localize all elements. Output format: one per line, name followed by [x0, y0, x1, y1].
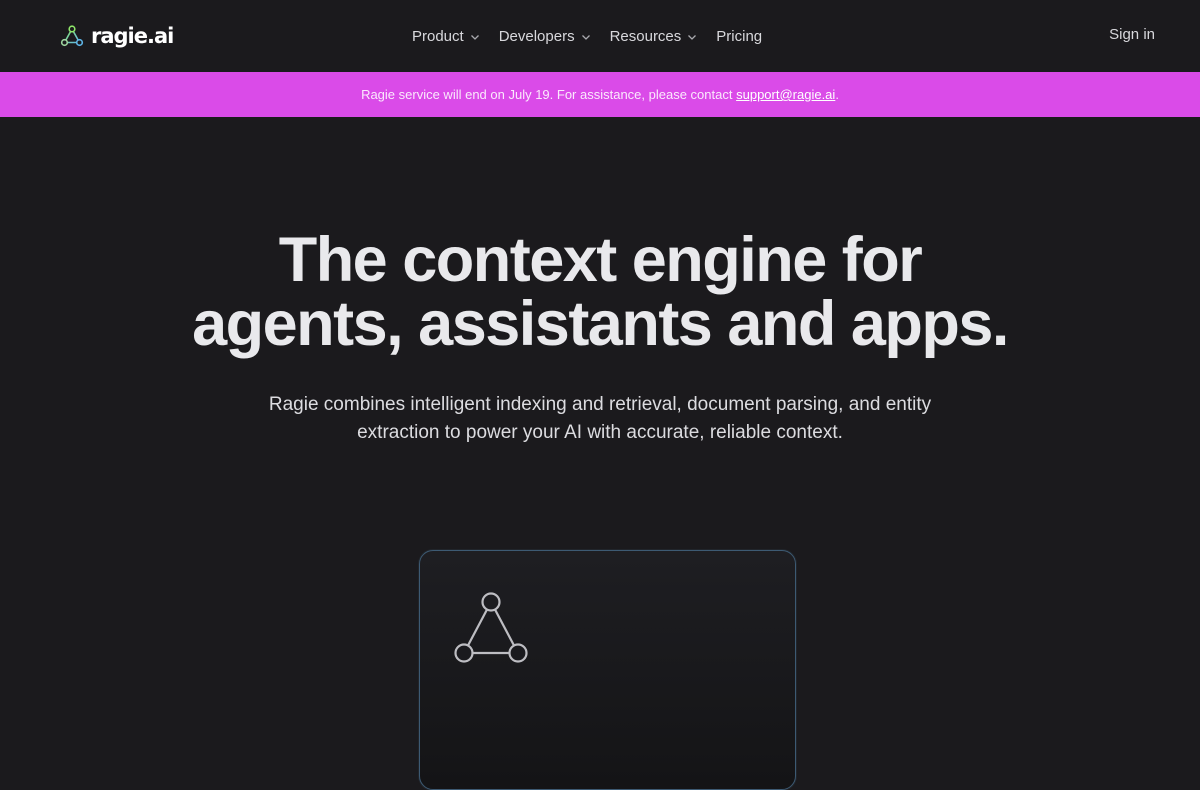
top-navigation-bar: ragie.ai Product Developers Resources Pr… — [0, 0, 1200, 72]
logo[interactable]: ragie.ai — [60, 22, 174, 50]
support-email-link[interactable]: support@ragie.ai — [736, 87, 835, 102]
nav-item-label: Pricing — [716, 27, 763, 45]
nav-item-product[interactable]: Product — [412, 28, 480, 45]
announcement-banner: Ragie service will end on July 19. For a… — [0, 72, 1200, 117]
hero-title-line-2: agents, assistants and apps. — [192, 289, 1009, 359]
chevron-down-icon — [581, 34, 590, 40]
chevron-down-icon — [688, 34, 697, 40]
main-nav: Product Developers Resources Pricing — [412, 24, 762, 48]
banner-suffix: . — [835, 87, 839, 102]
sign-in-link[interactable]: Sign in — [1109, 26, 1155, 43]
hero-subtitle: Ragie combines intelligent indexing and … — [0, 391, 1200, 447]
nav-item-label: Developers — [498, 27, 575, 45]
banner-text: Ragie service will end on July 19. For a… — [361, 87, 733, 102]
triangle-nodes-icon — [454, 592, 528, 663]
nav-item-pricing[interactable]: Pricing — [716, 28, 762, 45]
feature-card — [419, 550, 796, 790]
logo-text: ragie.ai — [91, 24, 174, 48]
nav-item-label: Product — [412, 27, 464, 45]
nav-item-developers[interactable]: Developers — [499, 28, 591, 45]
triangle-nodes-icon — [60, 25, 84, 47]
hero-subtitle-line-1: Ragie combines intelligent indexing and … — [268, 394, 932, 415]
nav-item-label: Resources — [609, 27, 682, 45]
hero-title-line-1: The context engine for — [278, 225, 923, 295]
hero-title: The context engine for agents, assistant… — [0, 228, 1200, 356]
chevron-down-icon — [470, 34, 479, 40]
nav-item-resources[interactable]: Resources — [610, 28, 698, 45]
hero-subtitle-line-2: extraction to power your AI with accurat… — [357, 422, 843, 443]
